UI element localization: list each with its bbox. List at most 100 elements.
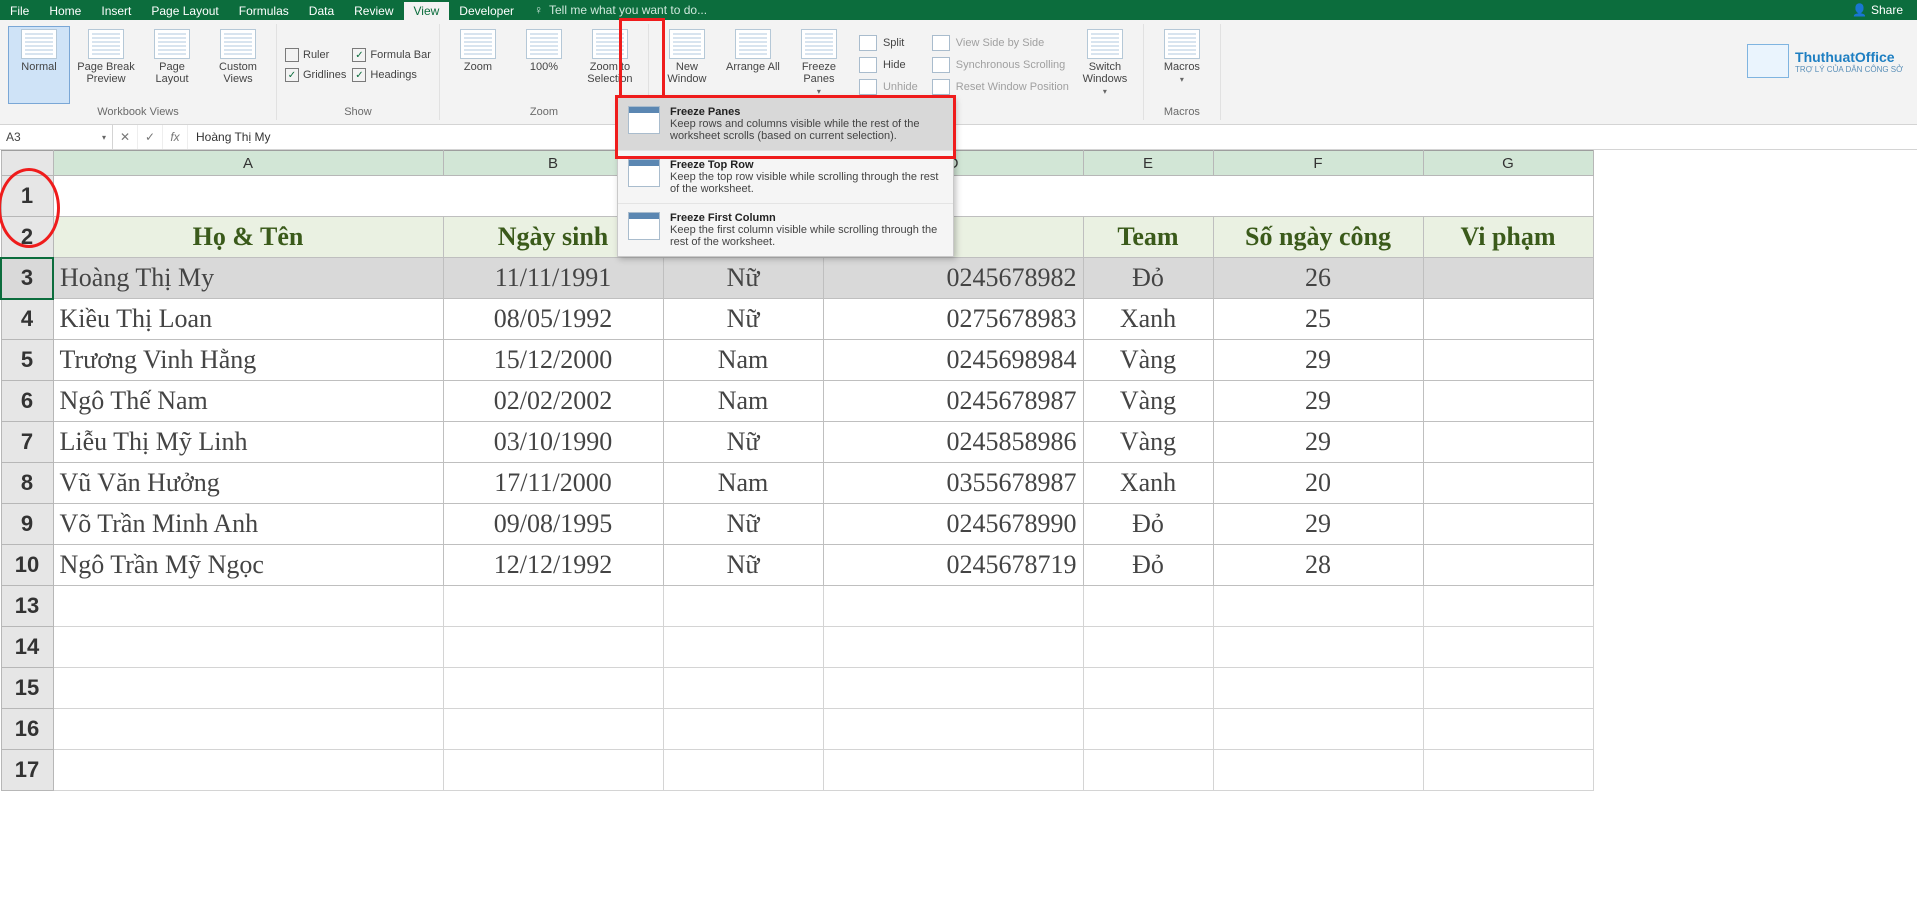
arrange-all-button[interactable]: Arrange All [723, 27, 783, 103]
cell-B6[interactable]: 02/02/2002 [443, 381, 663, 422]
cell-D9[interactable]: 0245678990 [823, 504, 1083, 545]
cell-G7[interactable] [1423, 422, 1593, 463]
tab-data[interactable]: Data [299, 2, 344, 20]
zoom-button[interactable]: Zoom [448, 27, 508, 103]
select-all-button[interactable] [1, 151, 53, 176]
cell-blank-17-5[interactable] [1213, 750, 1423, 791]
tell-me-search[interactable]: ♀ Tell me what you want to do... [534, 3, 707, 17]
cell-blank-16-6[interactable] [1423, 709, 1593, 750]
cell-blank-16-1[interactable] [443, 709, 663, 750]
cell-B4[interactable]: 08/05/1992 [443, 299, 663, 340]
worksheet-grid[interactable]: ABCDEFG12Họ & TênNgày sinhTeamSố ngày cô… [0, 150, 1917, 791]
cell-D6[interactable]: 0245678987 [823, 381, 1083, 422]
cell-blank-17-2[interactable] [663, 750, 823, 791]
page-layout-view-button[interactable]: Page Layout [142, 27, 202, 103]
gridlines-checkbox[interactable]: ✓Gridlines [285, 68, 346, 82]
cell-B7[interactable]: 03/10/1990 [443, 422, 663, 463]
cell-A4[interactable]: Kiều Thị Loan [53, 299, 443, 340]
tab-insert[interactable]: Insert [91, 2, 141, 20]
cell-A7[interactable]: Liễu Thị Mỹ Linh [53, 422, 443, 463]
cell-F6[interactable]: 29 [1213, 381, 1423, 422]
cell-blank-13-6[interactable] [1423, 586, 1593, 627]
cell-blank-14-4[interactable] [1083, 627, 1213, 668]
cell-blank-16-2[interactable] [663, 709, 823, 750]
cell-G4[interactable] [1423, 299, 1593, 340]
cell-F10[interactable]: 28 [1213, 545, 1423, 586]
cell-E6[interactable]: Vàng [1083, 381, 1213, 422]
cell-blank-13-2[interactable] [663, 586, 823, 627]
cell-blank-14-6[interactable] [1423, 627, 1593, 668]
row-header-2[interactable]: 2 [1, 217, 53, 258]
cell-blank-15-0[interactable] [53, 668, 443, 709]
normal-view-button[interactable]: Normal [8, 26, 70, 104]
cell-blank-16-0[interactable] [53, 709, 443, 750]
cell-F3[interactable]: 26 [1213, 258, 1423, 299]
cell-C10[interactable]: Nữ [663, 545, 823, 586]
new-window-button[interactable]: New Window [657, 27, 717, 103]
tab-formulas[interactable]: Formulas [229, 2, 299, 20]
column-header-F[interactable]: F [1213, 151, 1423, 176]
cell-blank-13-3[interactable] [823, 586, 1083, 627]
cell-blank-17-1[interactable] [443, 750, 663, 791]
cell-blank-15-4[interactable] [1083, 668, 1213, 709]
cell-C6[interactable]: Nam [663, 381, 823, 422]
cell-G10[interactable] [1423, 545, 1593, 586]
row-header-15[interactable]: 15 [1, 668, 53, 709]
cell-A9[interactable]: Võ Trần Minh Anh [53, 504, 443, 545]
cell-G3[interactable] [1423, 258, 1593, 299]
cell-E3[interactable]: Đỏ [1083, 258, 1213, 299]
cell-blank-16-4[interactable] [1083, 709, 1213, 750]
cell-blank-15-5[interactable] [1213, 668, 1423, 709]
row-header-3[interactable]: 3 [1, 258, 53, 299]
cell-blank-14-0[interactable] [53, 627, 443, 668]
freeze-panes-button[interactable]: Freeze Panes▾ [789, 27, 849, 103]
cell-blank-13-0[interactable] [53, 586, 443, 627]
cell-D8[interactable]: 0355678987 [823, 463, 1083, 504]
formula-bar-checkbox[interactable]: ✓Formula Bar [352, 48, 431, 62]
cell-blank-13-5[interactable] [1213, 586, 1423, 627]
enter-formula-button[interactable]: ✓ [138, 125, 163, 149]
split-button[interactable]: Split [859, 35, 918, 51]
ruler-checkbox[interactable]: Ruler [285, 48, 346, 62]
row-header-10[interactable]: 10 [1, 545, 53, 586]
tab-home[interactable]: Home [39, 2, 91, 20]
cell-blank-15-3[interactable] [823, 668, 1083, 709]
cell-G6[interactable] [1423, 381, 1593, 422]
tab-page-layout[interactable]: Page Layout [141, 2, 228, 20]
row-header-16[interactable]: 16 [1, 709, 53, 750]
cell-C8[interactable]: Nam [663, 463, 823, 504]
zoom-100-button[interactable]: 100% [514, 27, 574, 103]
column-header-E[interactable]: E [1083, 151, 1213, 176]
cell-B5[interactable]: 15/12/2000 [443, 340, 663, 381]
cell-G9[interactable] [1423, 504, 1593, 545]
macros-button[interactable]: Macros▾ [1152, 27, 1212, 103]
cell-D3[interactable]: 0245678982 [823, 258, 1083, 299]
row-header-17[interactable]: 17 [1, 750, 53, 791]
cell-F9[interactable]: 29 [1213, 504, 1423, 545]
cancel-formula-button[interactable]: ✕ [113, 125, 138, 149]
cell-F4[interactable]: 25 [1213, 299, 1423, 340]
headings-checkbox[interactable]: ✓Headings [352, 68, 431, 82]
cell-A5[interactable]: Trương Vinh Hằng [53, 340, 443, 381]
row-header-5[interactable]: 5 [1, 340, 53, 381]
cell-C7[interactable]: Nữ [663, 422, 823, 463]
cell-blank-17-4[interactable] [1083, 750, 1213, 791]
cell-blank-15-2[interactable] [663, 668, 823, 709]
cell-E7[interactable]: Vàng [1083, 422, 1213, 463]
cell-B9[interactable]: 09/08/1995 [443, 504, 663, 545]
cell-A8[interactable]: Vũ Văn Hưởng [53, 463, 443, 504]
row-header-6[interactable]: 6 [1, 381, 53, 422]
column-header-G[interactable]: G [1423, 151, 1593, 176]
cell-E4[interactable]: Xanh [1083, 299, 1213, 340]
cell-C5[interactable]: Nam [663, 340, 823, 381]
cell-E8[interactable]: Xanh [1083, 463, 1213, 504]
cell-D4[interactable]: 0275678983 [823, 299, 1083, 340]
cell-C9[interactable]: Nữ [663, 504, 823, 545]
insert-function-button[interactable]: fx [163, 125, 188, 149]
cell-blank-14-3[interactable] [823, 627, 1083, 668]
custom-views-button[interactable]: Custom Views [208, 27, 268, 103]
cell-B10[interactable]: 12/12/1992 [443, 545, 663, 586]
cell-C4[interactable]: Nữ [663, 299, 823, 340]
cell-C3[interactable]: Nữ [663, 258, 823, 299]
share-button[interactable]: 👤 Share [1852, 0, 1903, 20]
